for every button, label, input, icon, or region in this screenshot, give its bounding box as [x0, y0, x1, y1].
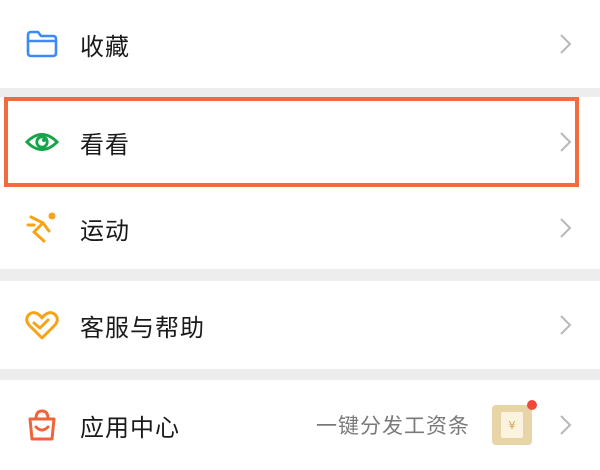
heart-icon	[24, 307, 60, 343]
menu-item-label: 收藏	[80, 32, 130, 61]
chevron-right-icon	[560, 218, 572, 238]
chevron-right-icon	[560, 34, 572, 54]
menu-item-favorites[interactable]: 收藏	[0, 0, 600, 88]
folder-icon	[24, 26, 60, 62]
menu-item-label: 客服与帮助	[80, 313, 205, 342]
menu-item-sports[interactable]: 运动	[0, 187, 600, 269]
notification-dot	[527, 400, 537, 410]
menu-item-label: 运动	[80, 216, 130, 245]
promo-text: 一键分发工资条	[316, 414, 470, 438]
chevron-right-icon	[560, 132, 572, 152]
menu-item-app-center[interactable]: 应用中心 一键分发工资条 ¥	[0, 380, 600, 470]
chevron-right-icon	[560, 415, 572, 435]
running-icon	[24, 210, 60, 246]
payslip-thumbnail[interactable]: ¥	[492, 400, 537, 445]
menu-item-look[interactable]: 看看	[0, 97, 600, 187]
yen-icon: ¥	[501, 412, 523, 438]
eye-icon	[24, 124, 60, 160]
chevron-right-icon	[560, 315, 572, 335]
menu-item-help[interactable]: 客服与帮助	[0, 281, 600, 369]
menu-item-label: 应用中心	[80, 413, 180, 442]
menu-item-label: 看看	[80, 130, 130, 159]
shopping-bag-icon	[24, 407, 60, 443]
